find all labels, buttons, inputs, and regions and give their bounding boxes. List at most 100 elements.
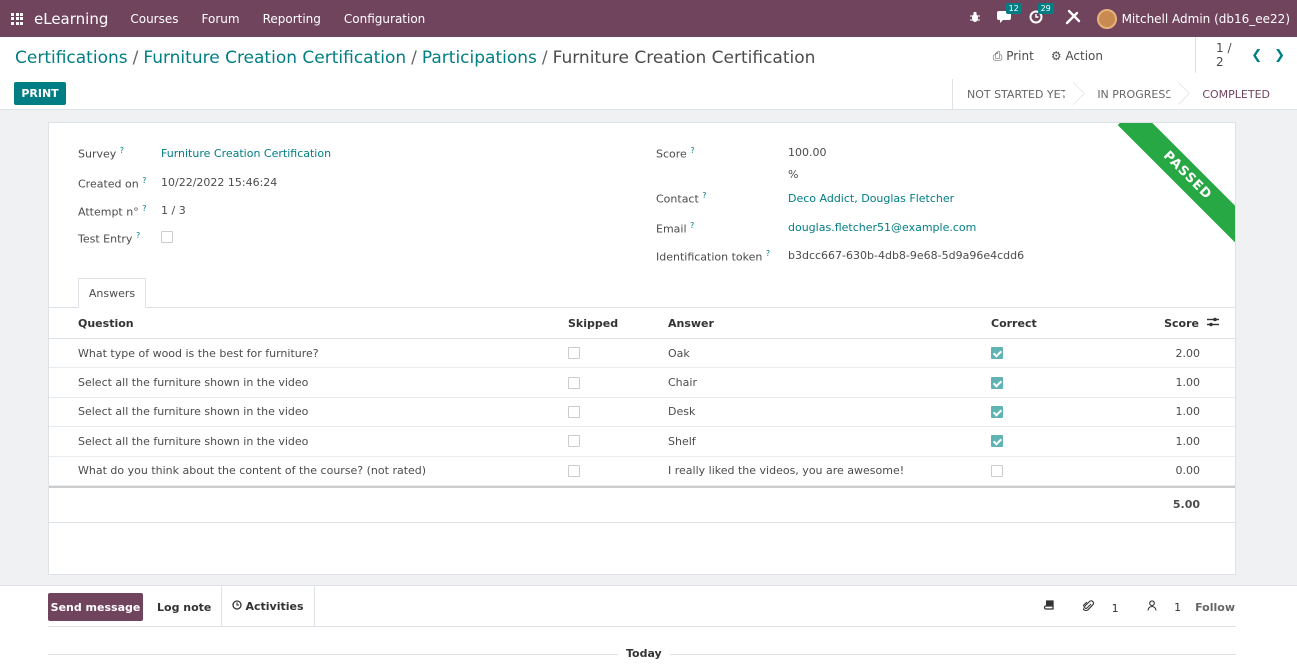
gear-icon: ⚙ (1050, 49, 1062, 63)
contact-field[interactable]: Deco Addict, Douglas Fletcher (788, 192, 954, 205)
stage-in-progress[interactable]: IN PROGRESS (1079, 79, 1184, 109)
chat-icon[interactable]: 12 (996, 3, 1022, 27)
row-answer: Shelf (668, 434, 696, 448)
attempt-field: 1 / 3 (161, 204, 186, 217)
table-row[interactable]: Select all the furniture shown in the vi… (49, 398, 1235, 428)
row-correct-checkbox (991, 398, 1003, 426)
row-answer: Desk (668, 405, 696, 419)
row-answer: Oak (668, 346, 690, 360)
menu-reporting[interactable]: Reporting (263, 12, 321, 26)
breadcrumb: Certifications / Furniture Creation Certif… (15, 48, 816, 68)
row-correct-checkbox (991, 339, 1003, 367)
print-menu-button[interactable]: ⎙ Print (993, 49, 1034, 64)
contact-label: Contact ? (656, 191, 707, 206)
token-field: b3dcc667-630b-4db8-9e68-5d9a96e4cdd6 (788, 249, 1025, 262)
test-entry-checkbox[interactable] (161, 231, 173, 246)
column-question[interactable]: Question (78, 308, 134, 338)
column-score[interactable]: Score (1164, 308, 1219, 338)
user-avatar[interactable] (1096, 8, 1117, 29)
menu-courses[interactable]: Courses (130, 12, 178, 26)
print-button[interactable]: PRINT (14, 82, 66, 105)
stage-not-started[interactable]: NOT STARTED YET (953, 79, 1079, 109)
activities-label: Activities (245, 599, 304, 613)
row-score: 1.00 (1175, 405, 1201, 419)
bug-icon[interactable] (969, 11, 981, 27)
activities-clock-icon (232, 599, 243, 613)
messages-badge: 12 (1005, 3, 1022, 14)
pager-previous-icon[interactable]: ❮ (1251, 48, 1262, 63)
menu-configuration[interactable]: Configuration (344, 12, 425, 26)
chatter-divider (48, 626, 1236, 627)
test-entry-label: Test Entry ? (78, 231, 141, 246)
row-skipped-checkbox (568, 368, 580, 396)
action-menu-button[interactable]: ⚙ Action (1051, 49, 1103, 64)
row-skipped-checkbox (568, 427, 580, 455)
attachments-count: 1 (1111, 601, 1119, 615)
pager: 1 / 2 ❮ ❯ (1195, 37, 1297, 73)
row-question: Select all the furniture shown in the vi… (78, 434, 309, 448)
log-note-button[interactable]: Log note (157, 593, 211, 621)
statusbar: NOT STARTED YET IN PROGRESS COMPLETED (951, 79, 1282, 109)
today-separator: Today (618, 647, 670, 660)
book-icon[interactable] (1044, 600, 1055, 614)
app-brand[interactable]: eLearning (34, 10, 108, 28)
column-skipped[interactable]: Skipped (568, 308, 618, 338)
action-menu-label: Action (1065, 49, 1103, 63)
row-skipped-checkbox (568, 339, 580, 367)
tools-icon[interactable] (1065, 9, 1081, 29)
stage-completed[interactable]: COMPLETED (1184, 79, 1282, 109)
attachments-button[interactable]: 1 (1069, 599, 1119, 615)
activities-badge: 29 (1037, 2, 1054, 14)
breadcrumb-participations[interactable]: Participations (422, 48, 537, 68)
row-score: 1.00 (1175, 434, 1201, 448)
column-score-label: Score (1164, 316, 1199, 330)
row-answer: I really liked the videos, you are aweso… (668, 464, 905, 478)
chatter-topbar-right: 1 1 Follow (1030, 593, 1235, 621)
printer-icon: ⎙ (992, 49, 1003, 63)
email-field[interactable]: douglas.fletcher51@example.com (788, 221, 976, 234)
score-unit: % (788, 168, 799, 181)
row-score: 0.00 (1175, 464, 1201, 478)
row-score: 1.00 (1175, 376, 1201, 390)
row-score: 2.00 (1175, 346, 1201, 360)
record-actions: ⎙ Print ⚙ Action (976, 49, 1103, 64)
user-menu[interactable]: Mitchell Admin (db16_ee22) (1122, 12, 1290, 26)
passed-ribbon: PASSED (1117, 123, 1235, 246)
pager-value[interactable]: 1 / 2 (1216, 41, 1239, 69)
row-question: Select all the furniture shown in the vi… (78, 376, 309, 390)
breadcrumb-certification[interactable]: Furniture Creation Certification (143, 48, 406, 68)
table-row[interactable]: What type of wood is the best for furnit… (49, 339, 1235, 369)
followers-count: 1 (1174, 601, 1182, 614)
column-correct[interactable]: Correct (991, 308, 1037, 338)
user-icon (1147, 600, 1161, 614)
top-navbar: eLearning Courses Forum Reporting Config… (0, 0, 1297, 37)
row-question: Select all the furniture shown in the vi… (78, 405, 309, 419)
print-menu-label: Print (1006, 49, 1034, 63)
table-total-row: 5.00 (49, 485, 1235, 523)
table-row[interactable]: What do you think about the content of t… (49, 457, 1235, 486)
tab-answers[interactable]: Answers (78, 278, 146, 308)
clock-icon[interactable]: 29 (1029, 2, 1054, 28)
follow-button[interactable]: Follow (1195, 601, 1235, 614)
created-on-label: Created on ? (78, 176, 147, 191)
breadcrumb-certifications[interactable]: Certifications (15, 48, 128, 68)
row-question: What do you think about the content of t… (78, 464, 427, 478)
activities-button[interactable]: Activities (221, 586, 315, 626)
pager-next-icon[interactable]: ❯ (1274, 48, 1285, 63)
table-row[interactable]: Select all the furniture shown in the vi… (49, 427, 1235, 457)
chatter: Send message Log note Activities 1 1 Fol… (0, 585, 1297, 666)
send-message-button[interactable]: Send message (48, 593, 143, 621)
breadcrumb-current: Furniture Creation Certification (552, 48, 816, 68)
followers-button[interactable]: 1 (1133, 600, 1182, 614)
menu-forum[interactable]: Forum (202, 12, 240, 26)
column-answer[interactable]: Answer (668, 308, 714, 338)
apps-menu-icon[interactable] (0, 0, 34, 37)
optional-columns-icon[interactable] (1207, 317, 1219, 330)
row-correct-checkbox (991, 368, 1003, 396)
row-skipped-checkbox (568, 457, 580, 485)
table-row[interactable]: Select all the furniture shown in the vi… (49, 368, 1235, 398)
survey-field[interactable]: Furniture Creation Certification (161, 147, 331, 160)
attempt-label: Attempt n° ? (78, 204, 147, 219)
answers-table: Question Skipped Answer Correct Score Wh… (49, 308, 1235, 523)
total-score: 5.00 (1172, 498, 1200, 512)
